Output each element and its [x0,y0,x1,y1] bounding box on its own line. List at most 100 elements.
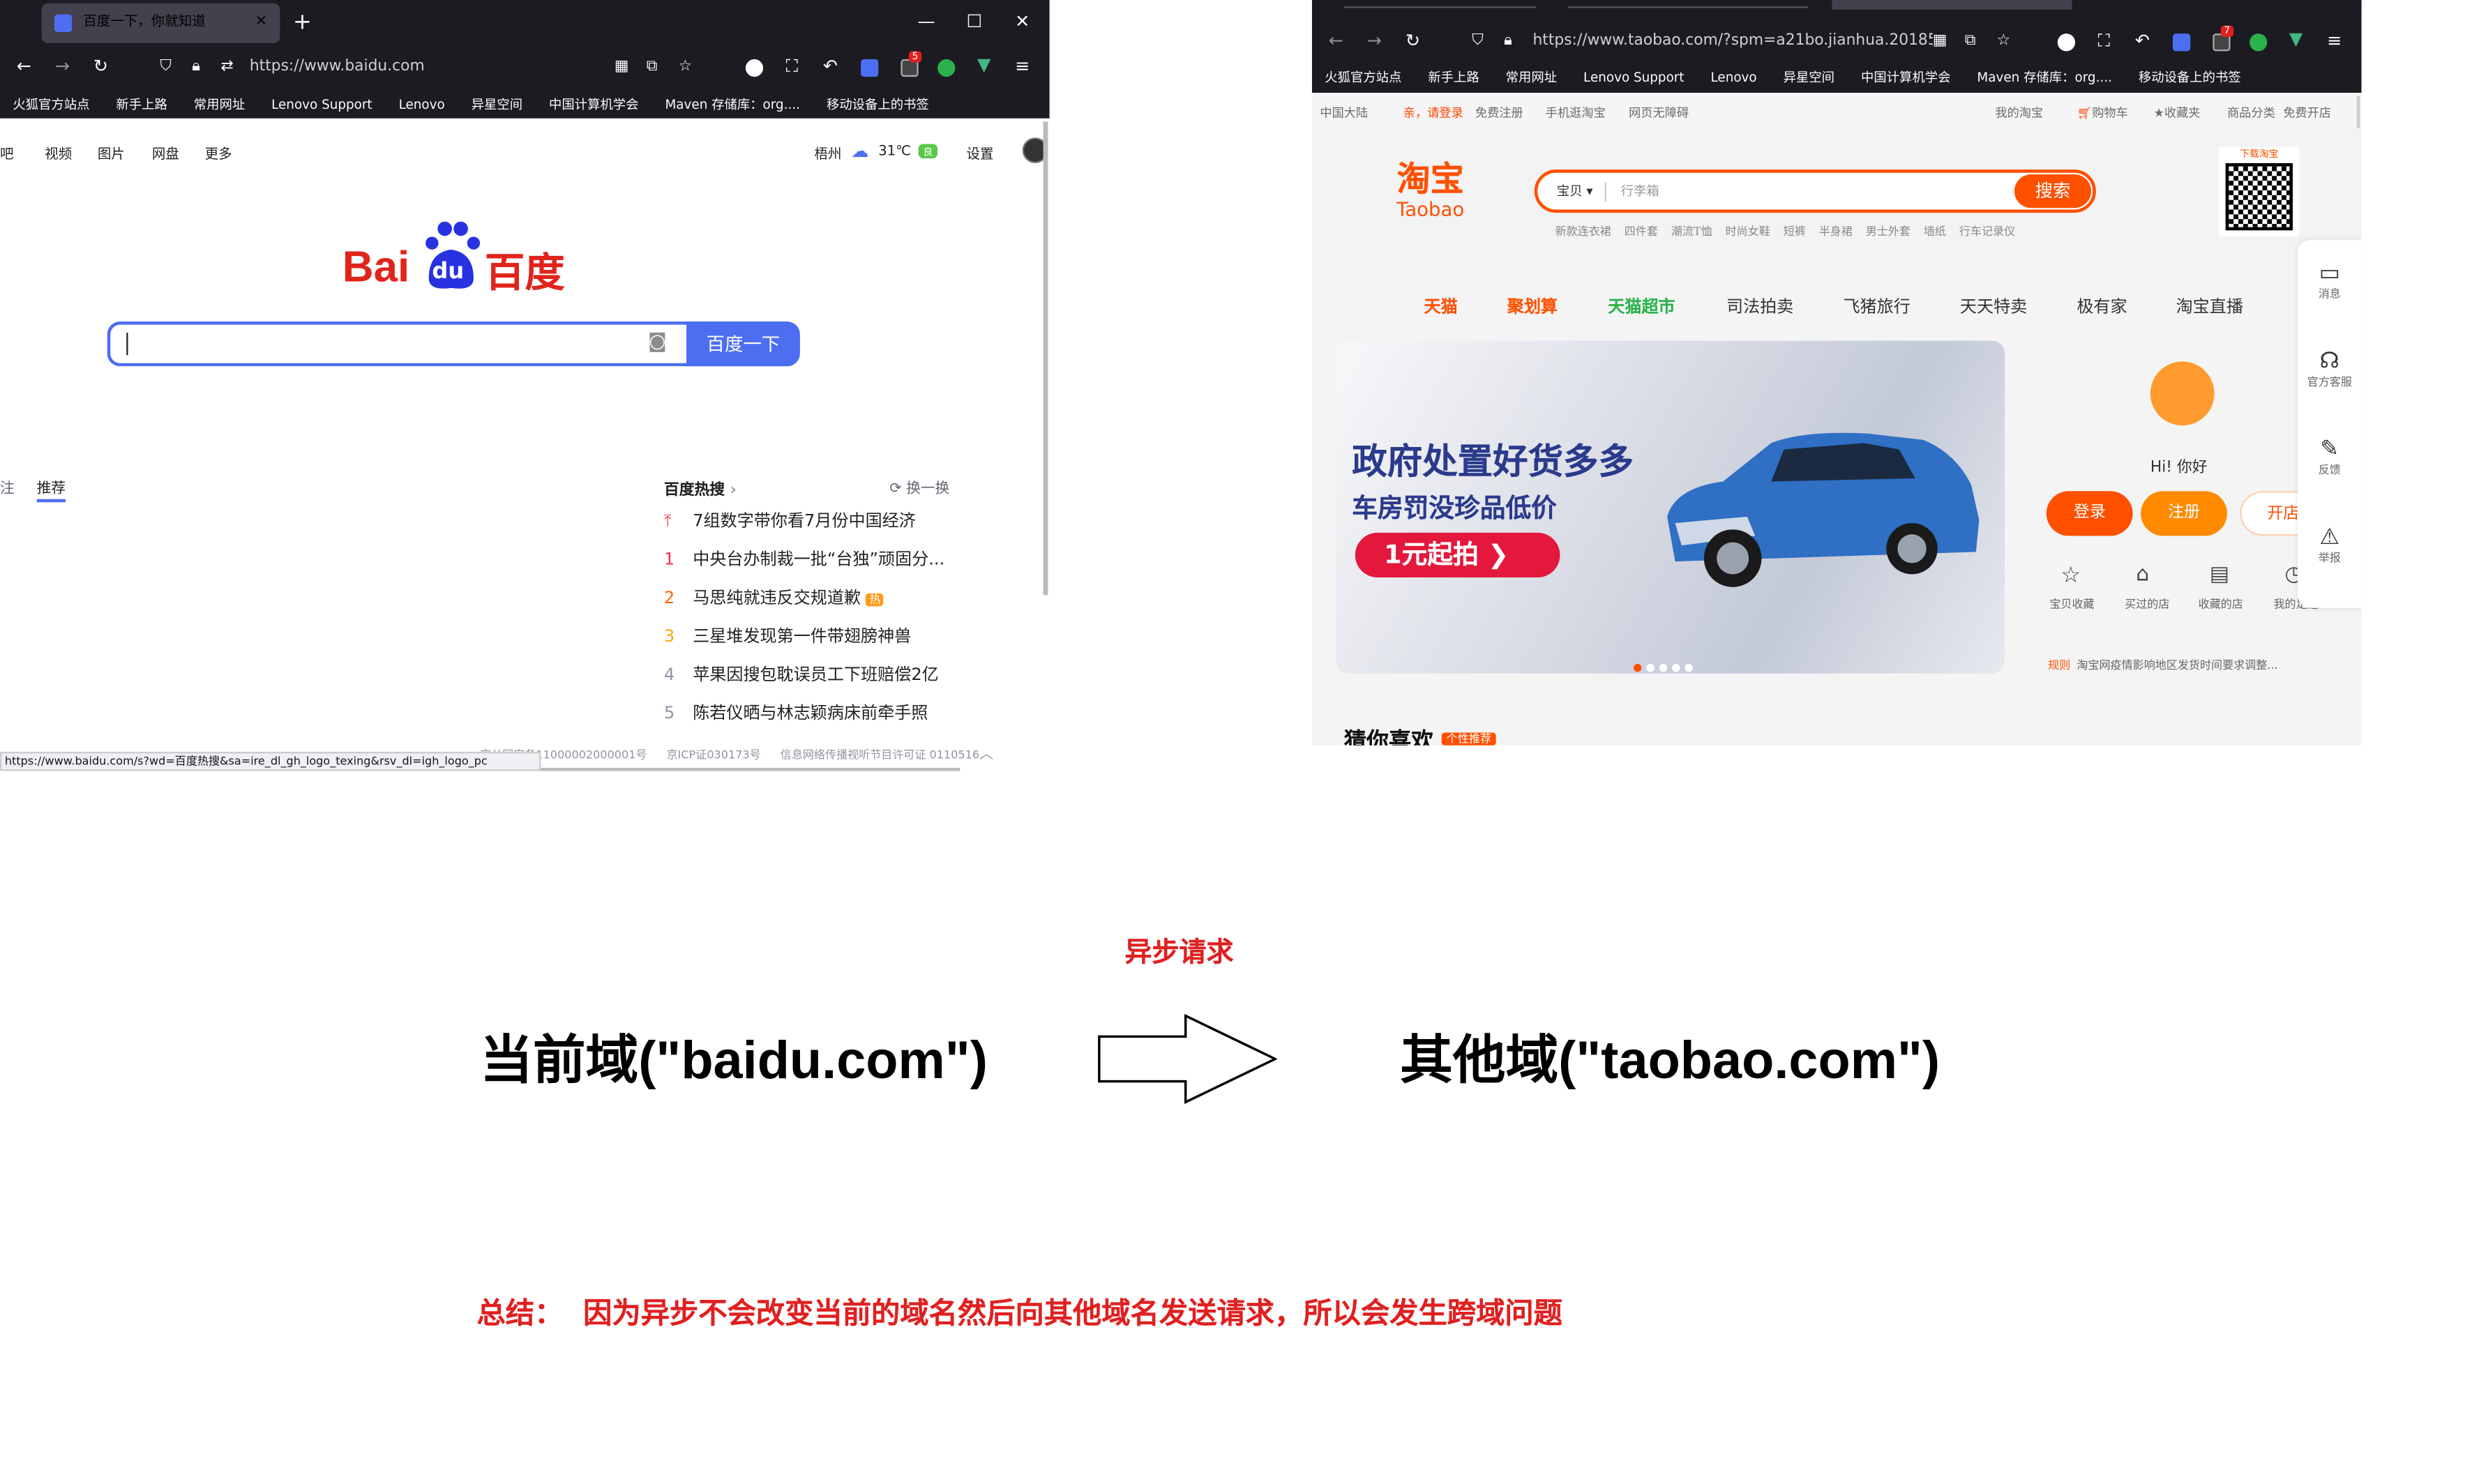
carousel-dot[interactable] [1659,663,1668,672]
bookmark-item[interactable]: 常用网址 [194,96,245,114]
register-button[interactable]: 注册 [2141,491,2227,536]
nav-tmall-market[interactable]: 天猫超市 [1608,294,1675,318]
carousel-dots[interactable] [1633,648,1693,674]
messages-button[interactable]: ▭ 消息 [2298,261,2362,303]
search-category[interactable]: 宝贝 ▾ [1557,182,1593,199]
quick-saved-items[interactable]: 宝贝收藏 [2032,597,2112,613]
new-tab-icon[interactable]: + [291,11,313,33]
bookmark-item[interactable]: 移动设备上的书签 [827,96,929,114]
login-prompt[interactable]: 亲，请登录 [1403,104,1463,121]
baidu-nav-video[interactable]: 视频 [45,144,72,163]
undo-icon[interactable]: ↶ [2131,31,2153,52]
nav-tmall[interactable]: 天猫 [1424,294,1457,318]
hot-word[interactable]: 潮流T恤 [1671,225,1712,238]
bookmark-item[interactable]: Maven 存储库：org.... [1977,69,2112,86]
qr-icon[interactable]: ▦ [615,50,629,84]
tab[interactable] [1343,0,1537,8]
login-button[interactable]: 登录 [2046,491,2133,536]
hot-list-item[interactable]: 5 陈若仪晒与林志颖病床前牵手照 [664,701,928,725]
favorites-link[interactable]: ★收藏夹 [2153,104,2200,121]
translate-icon[interactable]: ⧉ [647,50,658,84]
maximize-icon[interactable]: ☐ [963,12,986,32]
bookmark-item[interactable]: 常用网址 [1506,69,1557,86]
baidu-url-bar[interactable]: ⛉ 🔒︎ ⇄ https://www.baidu.com ▦ ⧉ ☆ [147,50,710,84]
minimize-icon[interactable]: — [915,12,937,32]
baidu-nav-more[interactable]: 更多 [205,144,232,163]
bookmark-item[interactable]: Maven 存储库：org.... [665,96,800,114]
bookmark-item[interactable]: Lenovo Support [1583,70,1685,85]
back-icon[interactable]: ← [1325,31,1347,52]
translate-ext-icon[interactable] [861,59,879,77]
carousel-dot[interactable] [1646,663,1655,672]
hot-word[interactable]: 新款连衣裙 [1555,225,1611,238]
footer-link[interactable]: 信息网络传播视听节目许可证 0110516 [781,748,979,761]
extension-icon[interactable] [2057,33,2076,52]
bookmark-item[interactable]: 移动设备上的书签 [2139,69,2241,86]
page-scrollbar[interactable] [1043,121,1048,596]
green-ext-icon[interactable] [937,59,956,77]
feed-tab-left[interactable]: 注 [0,477,15,497]
hot-word[interactable]: 男士外套 [1866,225,1910,238]
taobao-search-box[interactable]: 宝贝 ▾ 行李箱 搜索 [1534,169,2096,213]
close-tab-icon[interactable]: ✕ [255,3,267,43]
refresh-hot-button[interactable]: ⟳ 换一换 [889,477,949,497]
menu-icon[interactable]: ≡ [1011,56,1034,77]
bookmark-item[interactable]: Lenovo Support [271,98,372,112]
translate-ext-icon[interactable] [2172,33,2191,52]
green-ext-icon[interactable] [2249,33,2268,52]
avatar[interactable] [2150,361,2215,426]
banner-cta-button[interactable]: 1元起拍 ❯ [1355,532,1560,578]
hot-word[interactable]: 半身裙 [1819,225,1853,238]
baidu-logo[interactable]: Bai du 百度 [342,218,575,298]
my-taobao[interactable]: 我的淘宝 [1995,104,2043,121]
nav-fliggy[interactable]: 飞猪旅行 [1843,294,1910,318]
bookmark-item[interactable]: 新手上路 [1428,69,1479,86]
baidu-search-input[interactable]: ◙ [107,321,690,367]
category-link[interactable]: 商品分类 [2227,104,2275,121]
bookmark-item[interactable]: 异星空间 [472,96,522,114]
taobao-logo[interactable]: 淘宝 Taobao [1374,160,1486,220]
cart-link[interactable]: 🛒︎购物车 [2077,104,2127,121]
nav-juhuasuan[interactable]: 聚划算 [1507,294,1558,318]
hot-list-item[interactable]: 3 三星堆发现第一件带翅膀神兽 [664,624,911,648]
baidu-nav-tieba[interactable]: 吧 [0,144,14,163]
feedback-button[interactable]: ✎ 反馈 [2298,437,2362,478]
carousel-dot[interactable] [1672,663,1680,672]
hot-list-item[interactable]: ⤒ 7组数字带你看7月份中国经济 [664,508,916,532]
forward-icon[interactable]: → [51,56,73,77]
accessibility-link[interactable]: 网页无障碍 [1629,104,1689,121]
hot-list-item[interactable]: 4 苹果因搜包耽误员工下班赔偿2亿 [664,662,939,686]
back-icon[interactable]: ← [13,56,35,77]
hot-word[interactable]: 短裤 [1784,225,1806,238]
reload-icon[interactable]: ↻ [1401,31,1424,52]
baidu-nav-image[interactable]: 图片 [98,144,125,163]
qr-download[interactable]: 下载淘宝 [2219,147,2300,237]
bookmark-item[interactable]: Lenovo [1711,70,1757,85]
quick-saved-shops[interactable]: 收藏的店 [2180,597,2261,613]
camera-icon[interactable]: ◙ [648,330,667,352]
bookmark-item[interactable]: 新手上路 [116,96,167,114]
nav-jiyoujia[interactable]: 极有家 [2077,294,2127,318]
hot-word[interactable]: 时尚女鞋 [1726,225,1770,238]
report-button[interactable]: ⚠ 举报 [2298,524,2362,566]
carousel-dot[interactable] [1633,663,1642,672]
region-select[interactable]: 中国大陆 [1320,104,1368,121]
baidu-search-button[interactable]: 百度一下 [686,321,800,367]
close-window-icon[interactable]: ✕ [1011,12,1034,32]
back-to-top-icon[interactable]: ︿ [979,742,994,763]
vue-ext-icon[interactable]: ▼ [973,55,995,75]
bookmark-item[interactable]: Lenovo [399,98,445,112]
undo-icon[interactable]: ↶ [819,56,841,77]
hot-word[interactable]: 墙纸 [1924,225,1946,238]
bookmark-item[interactable]: 火狐官方站点 [13,96,89,114]
qr-icon[interactable]: ▦ [1933,24,1947,59]
horizontal-scrollbar[interactable] [541,768,960,771]
extension-icon[interactable]: ⛶ [781,56,803,77]
baidu-tab[interactable]: 百度一下，你就知道 ✕ [41,3,280,43]
promo-banner[interactable]: 政府处置好货多多 车房罚没珍品低价 1元起拍 ❯ [1336,340,2005,674]
nav-taobao-live[interactable]: 淘宝直播 [2176,294,2243,318]
bookmark-star-icon[interactable]: ☆ [1997,24,2011,59]
bookmark-item[interactable]: 中国计算机学会 [1861,69,1950,86]
settings-link[interactable]: 设置 [966,144,993,163]
notice[interactable]: 规则 淘宝网疫情影响地区发货时间要求调整... [2048,658,2278,674]
